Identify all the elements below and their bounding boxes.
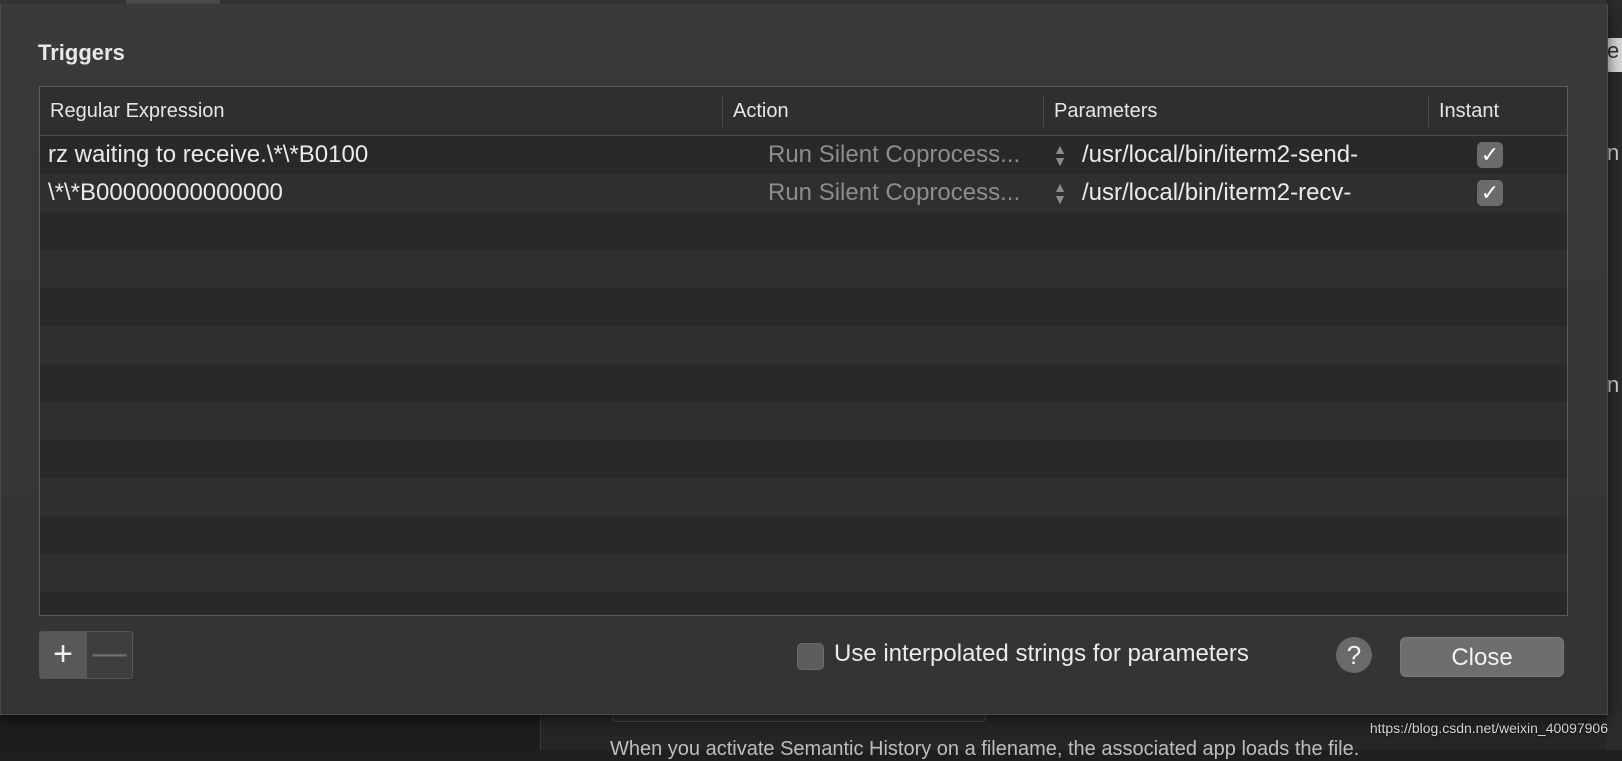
chevron-updown-icon[interactable]: ▲ ▼ xyxy=(1052,180,1068,206)
triggers-sheet: Triggers Regular Expression Action Param… xyxy=(0,4,1608,715)
parameters-cell[interactable]: /usr/local/bin/iterm2-recv- xyxy=(1082,174,1462,212)
empty-row xyxy=(40,554,1567,592)
table-body: rz waiting to receive.\*\*B0100 Run Sile… xyxy=(40,136,1567,615)
add-trigger-button[interactable]: + xyxy=(40,632,86,678)
column-header-parameters[interactable]: Parameters xyxy=(1044,87,1428,135)
table-header: Regular Expression Action Parameters Ins… xyxy=(40,87,1567,136)
empty-row xyxy=(40,402,1567,440)
empty-row xyxy=(40,288,1567,326)
help-button[interactable]: ? xyxy=(1336,637,1372,673)
empty-row xyxy=(40,592,1567,615)
empty-row xyxy=(40,250,1567,288)
column-header-instant[interactable]: Instant xyxy=(1429,87,1567,135)
empty-row xyxy=(40,440,1567,478)
background-right-glyph: e xyxy=(1607,38,1620,63)
instant-checkbox[interactable]: ✓ xyxy=(1477,142,1503,168)
action-popup[interactable]: Run Silent Coprocess... xyxy=(768,136,1048,174)
column-header-action[interactable]: Action xyxy=(723,87,1043,135)
empty-row xyxy=(40,326,1567,364)
sheet-title: Triggers xyxy=(38,40,125,65)
remove-trigger-button[interactable]: — xyxy=(87,632,132,678)
background-right-glyph: n xyxy=(1607,372,1620,397)
triggers-table: Regular Expression Action Parameters Ins… xyxy=(39,86,1568,616)
regex-cell[interactable]: rz waiting to receive.\*\*B0100 xyxy=(48,136,738,174)
chevron-updown-icon[interactable]: ▲ ▼ xyxy=(1052,142,1068,168)
add-remove-segmented-control: + — xyxy=(39,631,133,679)
background-right-glyph: n xyxy=(1607,140,1620,165)
empty-row xyxy=(40,364,1567,402)
regex-cell[interactable]: \*\*B00000000000000 xyxy=(48,174,738,212)
watermark: https://blog.csdn.net/weixin_40097906 xyxy=(1369,720,1608,736)
column-header-regular-expression[interactable]: Regular Expression xyxy=(40,87,722,135)
empty-row xyxy=(40,478,1567,516)
empty-row xyxy=(40,212,1567,250)
close-button[interactable]: Close xyxy=(1400,637,1564,677)
instant-checkbox[interactable]: ✓ xyxy=(1477,180,1503,206)
use-interpolated-strings-label[interactable]: Use interpolated strings for parameters xyxy=(834,640,1249,668)
table-row[interactable]: \*\*B00000000000000 Run Silent Coprocess… xyxy=(40,174,1567,212)
use-interpolated-strings-checkbox[interactable] xyxy=(797,643,824,670)
action-popup[interactable]: Run Silent Coprocess... xyxy=(768,174,1048,212)
parameters-cell[interactable]: /usr/local/bin/iterm2-send- xyxy=(1082,136,1462,174)
table-row[interactable]: rz waiting to receive.\*\*B0100 Run Sile… xyxy=(40,136,1567,174)
empty-row xyxy=(40,516,1567,554)
